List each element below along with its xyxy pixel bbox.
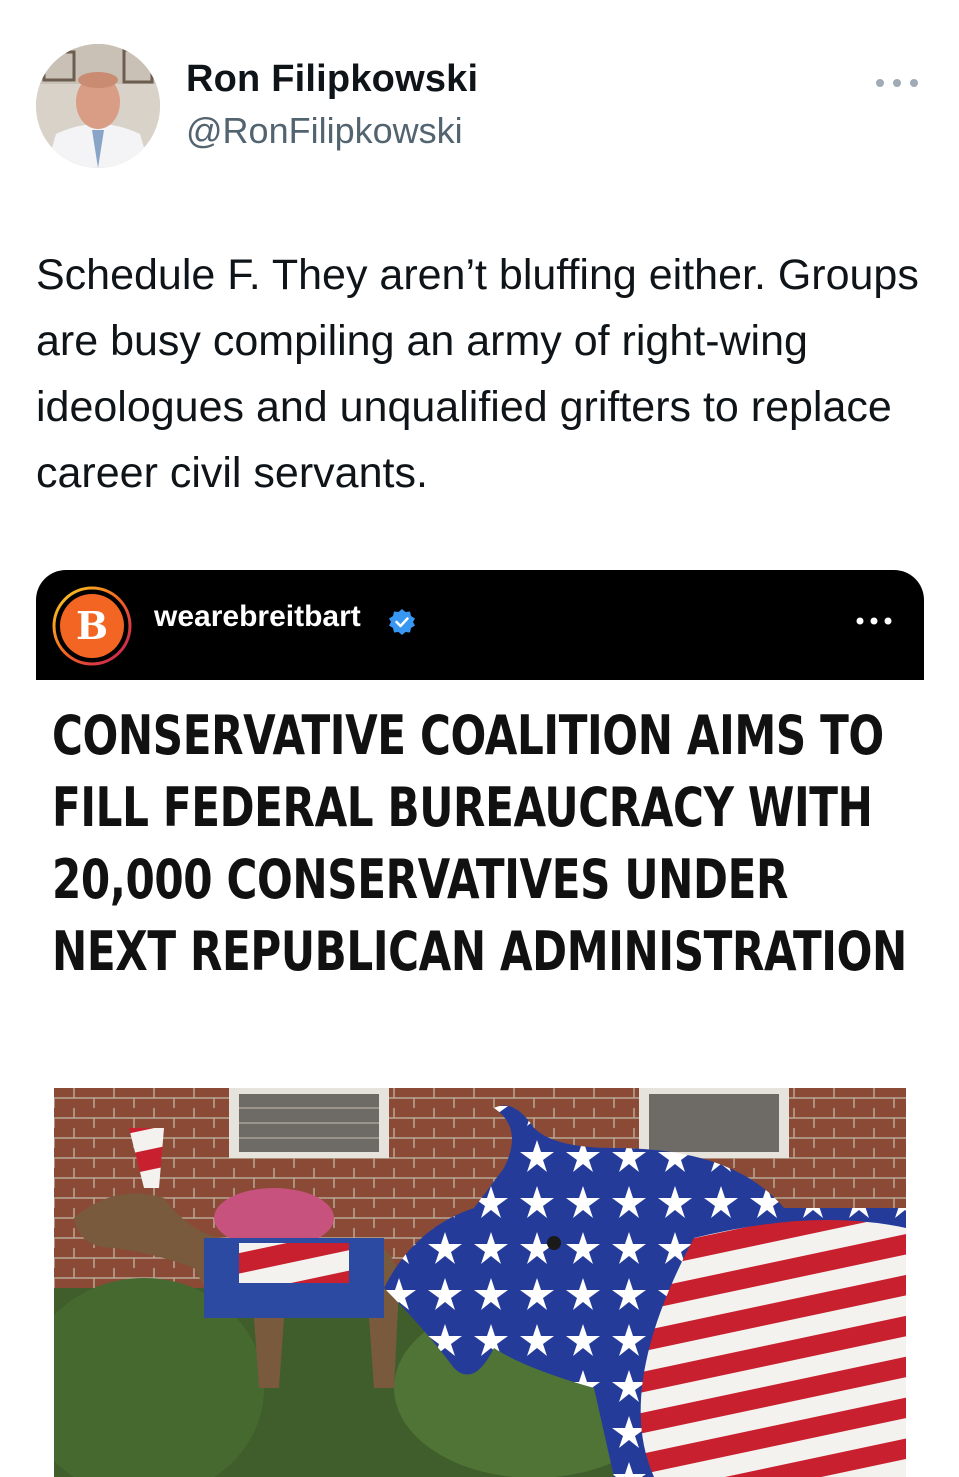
- embedded-more-icon[interactable]: [854, 614, 894, 628]
- author-handle[interactable]: @RonFilipkowski: [186, 110, 463, 152]
- embedded-headline: CONSERVATIVE COALITION AIMS TO FILL FEDE…: [52, 704, 907, 983]
- more-horizontal-icon: [876, 79, 918, 87]
- more-options-button[interactable]: [872, 68, 922, 98]
- avatar-image: [36, 44, 160, 168]
- breitbart-logo[interactable]: B: [52, 586, 132, 666]
- embedded-account-name[interactable]: wearebreitbart: [154, 600, 361, 634]
- verified-badge-icon: [388, 608, 416, 636]
- embedded-media[interactable]: B wearebreitbart CONSERVATIVE COALITION …: [36, 570, 924, 1477]
- tweet-text: Schedule F. They aren’t bluffing either.…: [36, 251, 919, 497]
- embedded-post-header: B wearebreitbart: [36, 570, 924, 680]
- statues-photo: [36, 1088, 906, 1477]
- avatar[interactable]: [36, 44, 160, 168]
- logo-letter: B: [76, 603, 108, 648]
- author-name[interactable]: Ron Filipkowski: [186, 58, 478, 101]
